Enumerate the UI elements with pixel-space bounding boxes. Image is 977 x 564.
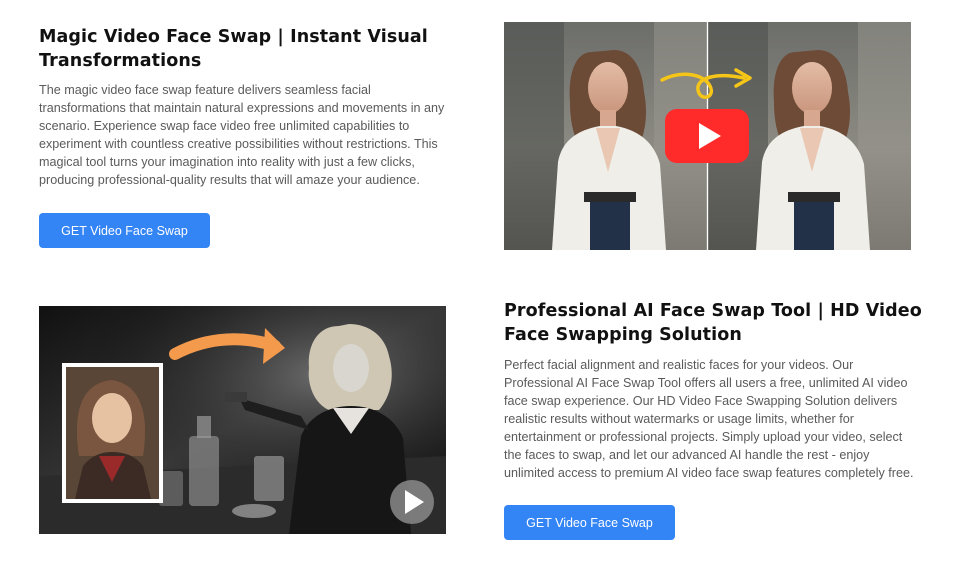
- section2-description: Perfect facial alignment and realistic f…: [504, 358, 914, 480]
- play-button-icon: [665, 109, 749, 163]
- face-swap-image: [39, 306, 446, 534]
- section1-title: Magic Video Face Swap | Instant Visual T…: [39, 27, 428, 71]
- section2-title: Professional AI Face Swap Tool | HD Vide…: [504, 301, 922, 345]
- section1-description: The magic video face swap feature delive…: [39, 83, 445, 187]
- video-thumbnail-before-after[interactable]: [504, 22, 911, 250]
- play-button-icon: [390, 480, 434, 524]
- before-after-image: [504, 22, 911, 250]
- source-face-inset: [62, 363, 163, 503]
- get-video-face-swap-button[interactable]: GET Video Face Swap: [39, 213, 210, 248]
- video-thumbnail-face-swap[interactable]: [39, 306, 446, 534]
- get-video-face-swap-button-2[interactable]: GET Video Face Swap: [504, 505, 675, 540]
